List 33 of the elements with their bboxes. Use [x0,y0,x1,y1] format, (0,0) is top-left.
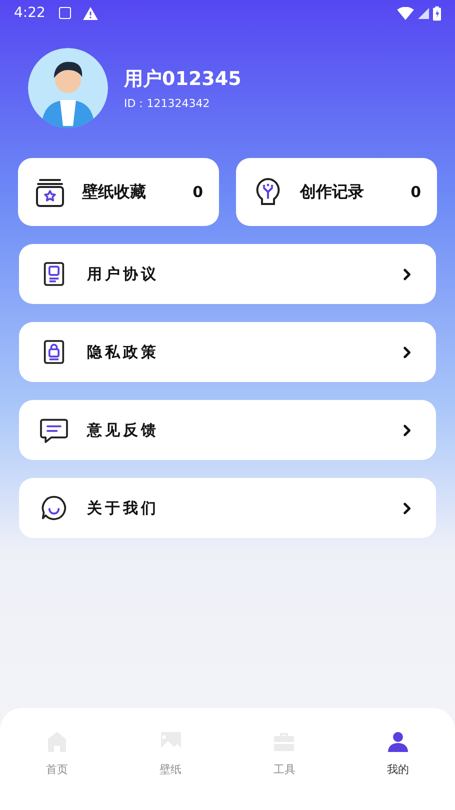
menu-item[interactable]: 意见反馈 [19,400,436,460]
stat-count: 0 [410,183,421,201]
status-time: 4:22 [14,5,46,21]
chevron-icon [403,502,412,514]
user-name: 用户012345 [124,66,242,92]
nav-tab[interactable]: 我的 [341,718,455,810]
menu-label: 关于我们 [87,498,159,518]
menu-label: 意见反馈 [87,420,159,440]
signal-icon [418,8,429,18]
stat-label: 壁纸收藏 [82,182,146,202]
nav-tab[interactable]: 壁纸 [114,718,228,810]
menu-label: 用户协议 [87,264,159,284]
warning-icon [83,6,98,20]
user-id: ID：121324342 [124,96,211,110]
smile-icon [39,495,69,521]
notification-icon [59,7,72,19]
menu-label: 隐私政策 [87,342,159,362]
stat-card[interactable]: 创作记录 0 [236,158,437,226]
stat-count: 0 [192,183,203,201]
person-icon [386,730,410,754]
avatar-icon [28,48,108,128]
battery-icon [433,6,441,20]
chevron-icon [403,346,412,358]
chevron-icon [403,424,412,436]
chevron-icon [403,268,412,280]
chat-icon [39,417,69,443]
wifi-icon [397,6,414,20]
menu-item[interactable]: 隐私政策 [19,322,436,382]
folder-star-icon [34,176,66,208]
menu-item[interactable]: 用户协议 [19,244,436,304]
menu-item[interactable]: 关于我们 [19,478,436,538]
stat-card[interactable]: 壁纸收藏 0 [18,158,219,226]
stat-label: 创作记录 [300,182,364,202]
